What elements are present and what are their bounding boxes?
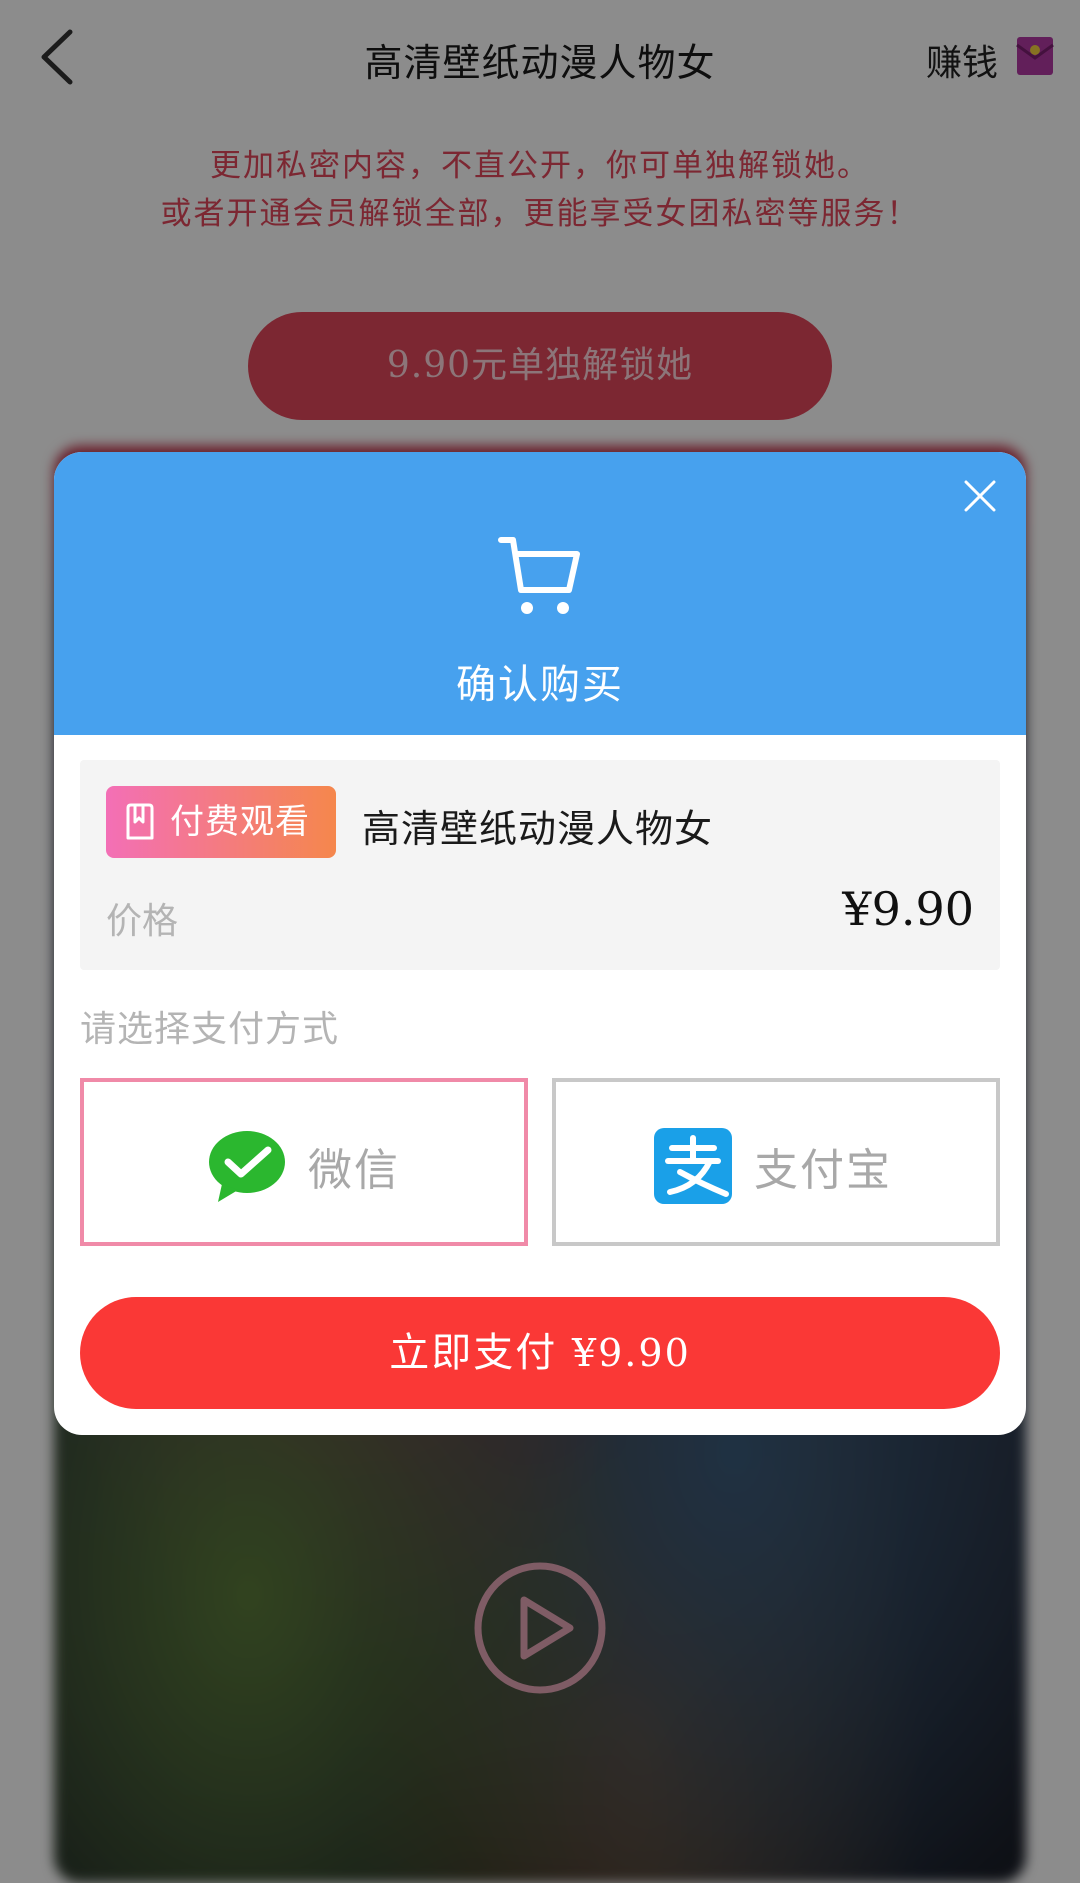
bookmark-icon xyxy=(126,803,154,840)
product-info-card: 付费观看 高清壁纸动漫人物女 价格 ¥9.90 xyxy=(80,760,1000,970)
close-icon[interactable] xyxy=(962,478,998,514)
badge-label: 付费观看 xyxy=(170,802,310,842)
dialog-title: 确认购买 xyxy=(456,662,624,708)
payment-method-prompt: 请选择支付方式 xyxy=(80,1009,340,1050)
price-value: ¥9.90 xyxy=(842,882,974,936)
price-label: 价格 xyxy=(106,901,179,942)
pay-now-label: 立即支付 xyxy=(389,1330,558,1376)
payment-option-wechat[interactable]: 微信 xyxy=(80,1078,528,1246)
confirm-purchase-dialog: 确认购买 付费观看 高清壁纸动漫人物女 价格 ¥9.90 请选择支付方式 微信 xyxy=(54,452,1026,1435)
dialog-header: 确认购买 xyxy=(54,452,1026,735)
alipay-label: 支付宝 xyxy=(754,1145,892,1196)
alipay-icon xyxy=(654,1128,732,1204)
pay-now-button[interactable]: 立即支付 ¥9.90 xyxy=(80,1297,1000,1409)
wechat-label: 微信 xyxy=(308,1145,400,1196)
shopping-cart-icon xyxy=(498,537,580,614)
pay-now-amount: ¥9.90 xyxy=(571,1331,691,1375)
product-title: 高清壁纸动漫人物女 xyxy=(362,807,714,851)
wechat-icon xyxy=(209,1131,285,1202)
payment-option-alipay[interactable]: 支付宝 xyxy=(552,1078,1000,1246)
paid-view-badge: 付费观看 xyxy=(106,786,336,858)
